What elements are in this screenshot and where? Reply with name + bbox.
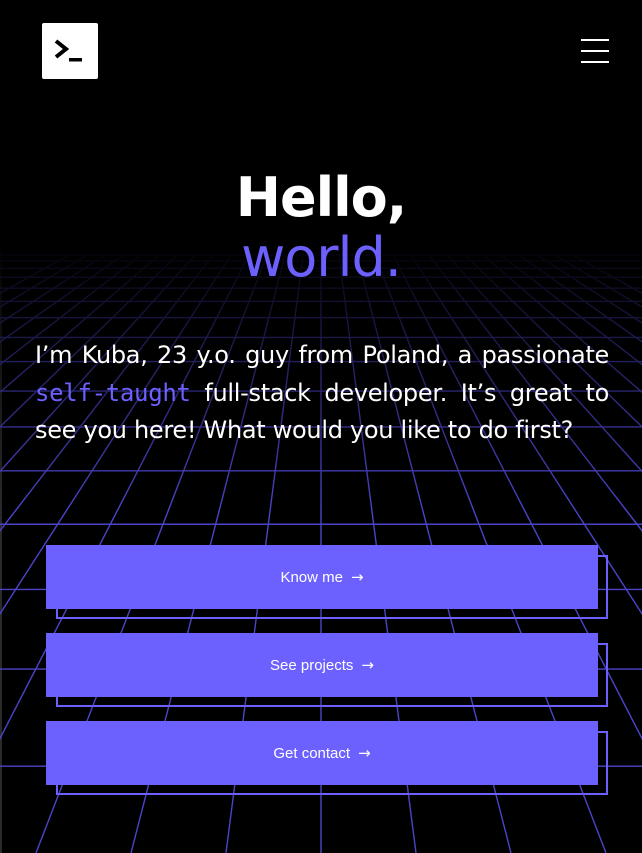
get-contact-card: Get contact → bbox=[46, 721, 608, 795]
know-me-button[interactable]: Know me → bbox=[46, 545, 598, 609]
arrow-right-icon: → bbox=[358, 744, 371, 762]
intro-text-start: I’m Kuba, 23 y.o. guy from Poland, a pas… bbox=[35, 341, 609, 369]
hero-heading: Hello, world. bbox=[0, 168, 642, 288]
see-projects-button[interactable]: See projects → bbox=[46, 633, 598, 697]
menu-line bbox=[581, 61, 609, 63]
get-contact-button[interactable]: Get contact → bbox=[46, 721, 598, 785]
see-projects-label: See projects bbox=[270, 656, 354, 674]
intro-accent-text: self-taught bbox=[35, 378, 191, 407]
arrow-right-icon: → bbox=[350, 568, 364, 586]
menu-line bbox=[581, 50, 609, 52]
know-me-card: Know me → bbox=[46, 545, 608, 619]
menu-line bbox=[581, 39, 609, 41]
site-logo[interactable] bbox=[42, 23, 98, 79]
get-contact-label: Get contact bbox=[273, 744, 351, 762]
hamburger-menu-icon[interactable] bbox=[578, 37, 612, 65]
intro-paragraph: I’m Kuba, 23 y.o. guy from Poland, a pas… bbox=[35, 337, 609, 450]
hero-title-line2: world. bbox=[241, 226, 402, 289]
know-me-label: Know me bbox=[280, 568, 343, 586]
terminal-prompt-icon bbox=[54, 39, 82, 62]
arrow-right-icon: → bbox=[361, 656, 374, 674]
see-projects-card: See projects → bbox=[46, 633, 608, 707]
hero-title-line1: Hello, bbox=[235, 166, 407, 229]
